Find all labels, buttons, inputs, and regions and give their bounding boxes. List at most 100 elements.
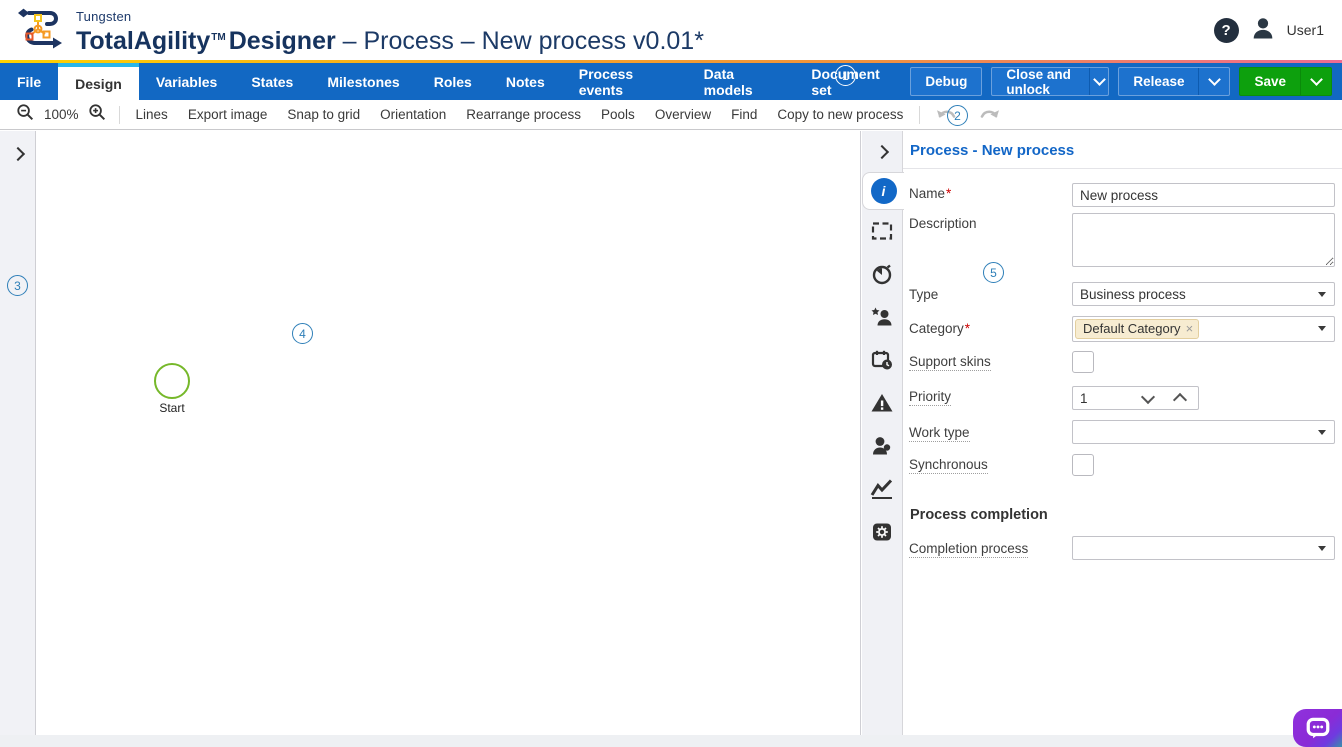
- tab-data-models[interactable]: Data models: [687, 63, 795, 100]
- description-textarea[interactable]: [1072, 213, 1335, 267]
- work-type-select[interactable]: [1072, 420, 1335, 444]
- toolbar-pools[interactable]: Pools: [591, 107, 645, 122]
- panel-tab-strip: i: [862, 131, 903, 735]
- bottom-scroll-strip[interactable]: [0, 735, 1342, 747]
- zoom-out-icon[interactable]: [16, 103, 35, 127]
- priority-input[interactable]: [1073, 391, 1132, 406]
- tab-design[interactable]: Design: [58, 63, 139, 100]
- priority-decrease-button[interactable]: [1132, 387, 1164, 409]
- release-label[interactable]: Release: [1119, 68, 1198, 95]
- start-node-circle[interactable]: [154, 363, 190, 399]
- panel-tab-settings[interactable]: [862, 516, 902, 554]
- tab-variables[interactable]: Variables: [139, 63, 235, 100]
- name-input[interactable]: [1072, 183, 1335, 207]
- tab-milestones[interactable]: Milestones: [310, 63, 416, 100]
- brand-designer: Designer: [229, 27, 336, 55]
- role-star-icon: [870, 305, 894, 334]
- remove-category-icon[interactable]: ×: [1186, 322, 1194, 335]
- toolbar-lines[interactable]: Lines: [126, 107, 178, 122]
- user-name[interactable]: User1: [1287, 22, 1324, 38]
- process-completion-section-header: Process completion: [910, 507, 1335, 523]
- panel-tab-schedule[interactable]: [862, 344, 902, 382]
- menubar: File Design Variables States Milestones …: [0, 63, 1342, 100]
- completion-process-select[interactable]: [1072, 536, 1335, 560]
- type-label: Type: [909, 282, 1072, 302]
- panel-tab-resources[interactable]: [862, 430, 902, 468]
- properties-panel: i: [862, 131, 1342, 735]
- toolbar-export-image[interactable]: Export image: [178, 107, 278, 122]
- synchronous-checkbox[interactable]: [1072, 454, 1094, 476]
- close-and-unlock-label[interactable]: Close and unlock: [992, 68, 1089, 95]
- annotation-2: 2: [947, 105, 968, 126]
- tab-roles[interactable]: Roles: [417, 63, 489, 100]
- chart-icon: [870, 477, 894, 506]
- zoom-level: 100%: [42, 107, 81, 122]
- tab-process-events[interactable]: Process events: [562, 63, 687, 100]
- toolbar-copy-to-new-process[interactable]: Copy to new process: [767, 107, 913, 122]
- close-and-unlock-dropdown[interactable]: [1089, 68, 1108, 95]
- release-button: Release: [1118, 67, 1230, 96]
- panel-tab-display[interactable]: [862, 215, 902, 253]
- priority-increase-button[interactable]: [1164, 387, 1196, 409]
- zoom-in-icon[interactable]: [88, 103, 107, 127]
- user-icon[interactable]: [1249, 14, 1277, 47]
- redo-icon[interactable]: [968, 108, 1010, 122]
- completion-process-label: Completion process: [909, 536, 1072, 556]
- warning-icon: [870, 391, 894, 420]
- tab-notes[interactable]: Notes: [489, 63, 562, 100]
- priority-stepper: [1072, 386, 1199, 410]
- trademark: TM: [211, 32, 225, 43]
- required-marker: *: [946, 186, 951, 201]
- toolbar-overview[interactable]: Overview: [645, 107, 721, 122]
- chevron-right-icon: [11, 147, 25, 161]
- process-properties-form: Process - New process Name* Description …: [903, 131, 1342, 735]
- category-chip: Default Category×: [1075, 319, 1199, 339]
- panel-tab-analytics[interactable]: [862, 473, 902, 511]
- category-label: Category*: [909, 316, 1072, 336]
- dropdown-caret-icon: [1318, 546, 1326, 551]
- brand-totalagility: TotalAgility: [76, 27, 210, 55]
- left-panel-expand-button[interactable]: [0, 137, 36, 171]
- toolbar-snap-to-grid[interactable]: Snap to grid: [277, 107, 370, 122]
- annotation-1: 1: [835, 65, 856, 86]
- tab-file[interactable]: File: [0, 63, 58, 100]
- toolbar-orientation[interactable]: Orientation: [370, 107, 456, 122]
- person-icon: [870, 434, 894, 463]
- description-label: Description: [909, 213, 1072, 231]
- app-header: Tungsten TotalAgilityTMDesigner – Proces…: [0, 0, 1342, 60]
- chevron-down-icon: [1208, 73, 1221, 86]
- save-label[interactable]: Save: [1240, 68, 1300, 95]
- start-node[interactable]: Start: [137, 363, 207, 415]
- chevron-right-icon: [875, 145, 889, 159]
- panel-collapse-button[interactable]: [864, 135, 900, 169]
- debug-button[interactable]: Debug: [910, 67, 982, 96]
- dropdown-caret-icon: [1318, 292, 1326, 297]
- support-skins-checkbox[interactable]: [1072, 351, 1094, 373]
- close-and-unlock-button: Close and unlock: [991, 67, 1109, 96]
- process-canvas[interactable]: Start: [37, 131, 861, 735]
- panel-tab-exceptions[interactable]: [862, 387, 902, 425]
- help-icon[interactable]: ?: [1214, 18, 1239, 43]
- main-area: Start i: [0, 131, 1342, 735]
- toolbar-separator: [919, 106, 920, 124]
- timer-icon: [870, 262, 894, 291]
- chevron-up-icon: [1173, 392, 1187, 406]
- toolbar-rearrange-process[interactable]: Rearrange process: [456, 107, 591, 122]
- panel-tab-general[interactable]: i: [862, 172, 904, 210]
- support-skins-label: Support skins: [909, 351, 1072, 369]
- save-button: Save: [1239, 67, 1332, 96]
- annotation-5: 5: [983, 262, 1004, 283]
- brand: Tungsten TotalAgilityTMDesigner – Proces…: [14, 5, 704, 56]
- panel-tab-roles[interactable]: [862, 301, 902, 339]
- info-icon: i: [871, 178, 897, 204]
- annotation-4: 4: [292, 323, 313, 344]
- save-dropdown[interactable]: [1300, 68, 1331, 95]
- release-dropdown[interactable]: [1198, 68, 1229, 95]
- tab-states[interactable]: States: [234, 63, 310, 100]
- type-select[interactable]: Business process: [1072, 282, 1335, 306]
- panel-tab-timing[interactable]: [862, 258, 902, 296]
- toolbar-find[interactable]: Find: [721, 107, 767, 122]
- category-select[interactable]: Default Category×: [1072, 316, 1335, 342]
- required-marker: *: [965, 321, 970, 336]
- chat-assistant-button[interactable]: [1293, 709, 1342, 747]
